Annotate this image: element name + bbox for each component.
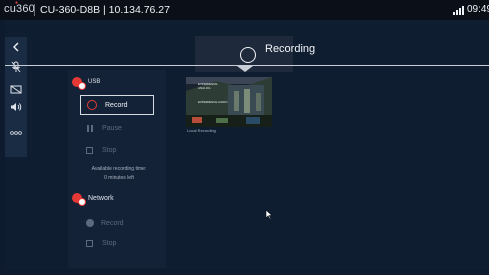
record-disk-icon: [86, 219, 94, 227]
usb-record-button[interactable]: Record: [80, 95, 154, 115]
mic-toggle-button[interactable]: [5, 57, 27, 77]
signal-bars-icon: [453, 6, 464, 15]
mouse-cursor-icon: [265, 209, 273, 220]
header-caret: [237, 66, 253, 72]
side-rail: [5, 37, 27, 157]
network-stop-label: Stop: [102, 240, 117, 247]
network-record-label: Record: [101, 219, 124, 227]
top-bar: cu360 ● CU-360-D8B | 10.134.76.27 09:49: [0, 0, 489, 20]
available-time-label: Available recording time:: [91, 166, 147, 172]
usb-stop-label: Stop: [102, 147, 117, 154]
available-time-value: 0 minutes left: [104, 175, 134, 181]
title-separator: [34, 4, 35, 16]
usb-pause-label: Pause: [102, 125, 122, 132]
thumbnail-caption: Local Recording: [187, 128, 216, 133]
clock: 09:49: [467, 4, 489, 15]
network-record-icon: [72, 193, 86, 206]
volume-button[interactable]: [5, 97, 27, 117]
volume-icon: [11, 103, 22, 111]
mic-off-icon: [11, 61, 21, 73]
network-record-button[interactable]: Record: [86, 219, 124, 227]
recording-status-icon: [240, 47, 256, 63]
brand-logo: cu360 ●: [4, 0, 35, 15]
usb-section-header: USB: [72, 77, 101, 90]
recording-thumbnail[interactable]: EXPERIENCE ANALOG EXPERIENCE AUDIO: [186, 77, 272, 127]
more-button[interactable]: [5, 123, 27, 143]
network-section-header: Network: [72, 193, 114, 206]
page-title: Recording: [265, 43, 316, 55]
more-icon: [10, 131, 22, 135]
usb-stop-button[interactable]: Stop: [86, 147, 116, 154]
usb-record-label: Record: [105, 101, 128, 109]
thumbnail-text: EXPERIENCE ANALOG EXPERIENCE AUDIO: [198, 82, 228, 104]
available-time: Available recording time: 0 minutes left: [76, 165, 162, 183]
usb-pause-button[interactable]: Pause: [87, 125, 122, 132]
record-ring-icon: [87, 100, 97, 110]
camera-off-icon: [10, 85, 22, 93]
pause-icon: [87, 125, 93, 132]
usb-section-label: USB: [88, 79, 101, 85]
network-stop-button[interactable]: Stop: [86, 240, 116, 247]
network-section-label: Network: [88, 194, 114, 202]
stop-icon: [86, 240, 93, 247]
usb-record-icon: [72, 77, 86, 90]
camera-toggle-button[interactable]: [5, 79, 27, 99]
stop-icon: [86, 147, 93, 154]
logo-mark-icon: ●: [15, 0, 19, 6]
chevron-left-icon: [13, 42, 19, 52]
back-button[interactable]: [5, 37, 27, 57]
device-title: CU-360-D8B | 10.134.76.27: [40, 4, 170, 16]
